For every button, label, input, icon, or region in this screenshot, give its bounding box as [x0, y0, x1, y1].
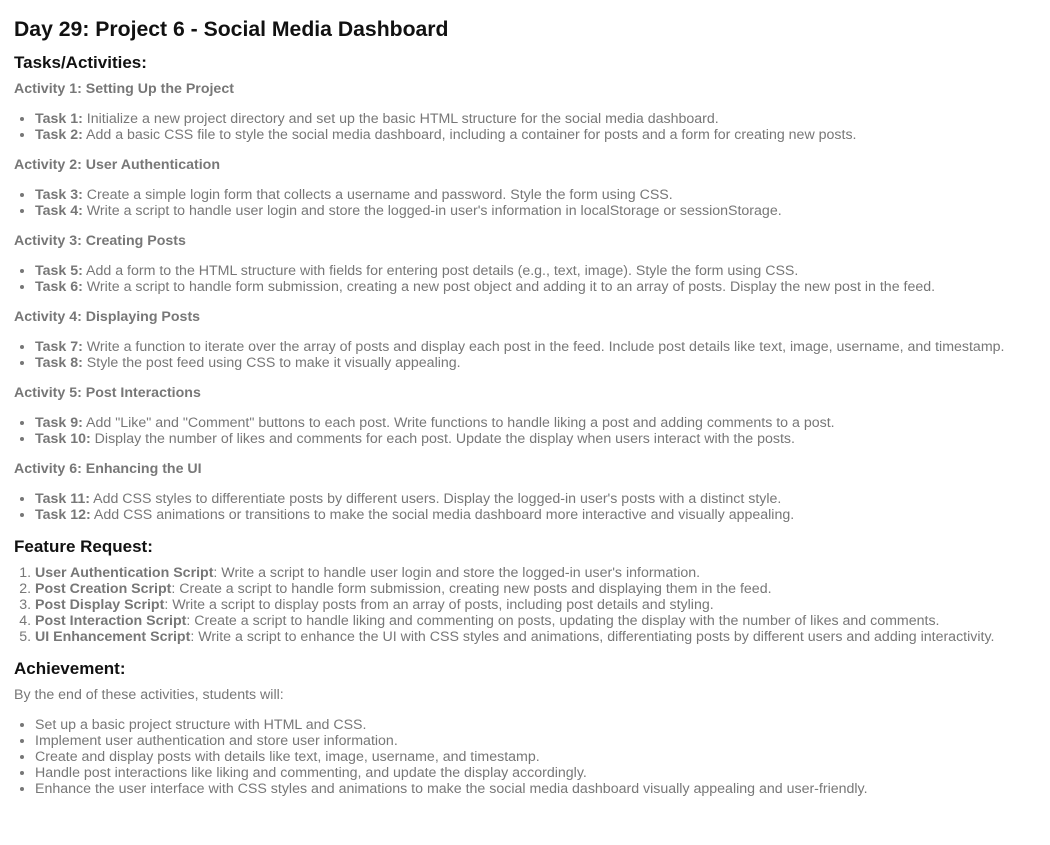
- task-label: Task 2:: [35, 127, 83, 143]
- task-text: Add CSS styles to differentiate posts by…: [89, 491, 782, 507]
- task-label: Task 8:: [35, 355, 83, 371]
- task-item: Task 8: Style the post feed using CSS to…: [35, 355, 1036, 371]
- feature-label: User Authentication Script: [35, 565, 214, 581]
- task-list: Task 11: Add CSS styles to differentiate…: [14, 491, 1036, 523]
- task-label: Task 12:: [35, 507, 91, 523]
- feature-item: UI Enhancement Script: Write a script to…: [35, 629, 1036, 645]
- activity: Activity 1: Setting Up the Project Task …: [14, 81, 1036, 143]
- task-item: Task 2: Add a basic CSS file to style th…: [35, 127, 1036, 143]
- tasks-heading: Tasks/Activities:: [14, 53, 147, 72]
- feature-request-heading: Feature Request:: [14, 537, 153, 556]
- task-item: Task 1: Initialize a new project directo…: [35, 111, 1036, 127]
- task-label: Task 4:: [35, 203, 83, 219]
- task-item: Task 12: Add CSS animations or transitio…: [35, 507, 1036, 523]
- achievement-item: Set up a basic project structure with HT…: [35, 717, 1036, 733]
- achievement-intro: By the end of these activities, students…: [14, 687, 284, 703]
- task-label: Task 6:: [35, 279, 83, 295]
- feature-item: Post Display Script: Write a script to d…: [35, 597, 1036, 613]
- task-label: Task 5:: [35, 263, 83, 279]
- task-label: Task 10:: [35, 431, 91, 447]
- achievement-item: Enhance the user interface with CSS styl…: [35, 781, 1036, 797]
- document-page: Day 29: Project 6 - Social Media Dashboa…: [0, 0, 1050, 797]
- task-text: Write a script to handle form submission…: [82, 279, 936, 295]
- activity-heading: Activity 1: Setting Up the Project: [14, 81, 234, 97]
- task-text: Create a simple login form that collects…: [82, 187, 673, 203]
- feature-label: Post Interaction Script: [35, 613, 187, 629]
- task-item: Task 10: Display the number of likes and…: [35, 431, 1036, 447]
- feature-label: UI Enhancement Script: [35, 629, 191, 645]
- feature-text: : Write a script to enhance the UI with …: [190, 629, 995, 645]
- task-label: Task 9:: [35, 415, 83, 431]
- feature-item: Post Creation Script: Create a script to…: [35, 581, 1036, 597]
- task-item: Task 4: Write a script to handle user lo…: [35, 203, 1036, 219]
- task-label: Task 3:: [35, 187, 83, 203]
- task-label: Task 11:: [35, 491, 90, 507]
- feature-label: Post Creation Script: [35, 581, 172, 597]
- activity: Activity 5: Post Interactions Task 9: Ad…: [14, 385, 1036, 447]
- activity: Activity 2: User Authentication Task 3: …: [14, 157, 1036, 219]
- feature-text: : Create a script to handle liking and c…: [186, 613, 940, 629]
- task-list: Task 1: Initialize a new project directo…: [14, 111, 1036, 143]
- activity-heading: Activity 5: Post Interactions: [14, 385, 201, 401]
- activity: Activity 4: Displaying Posts Task 7: Wri…: [14, 309, 1036, 371]
- task-text: Write a function to iterate over the arr…: [82, 339, 1005, 355]
- feature-list: User Authentication Script: Write a scri…: [14, 565, 1036, 645]
- task-list: Task 3: Create a simple login form that …: [14, 187, 1036, 219]
- task-item: Task 11: Add CSS styles to differentiate…: [35, 491, 1036, 507]
- achievement-item: Create and display posts with details li…: [35, 749, 1036, 765]
- achievement-item: Implement user authentication and store …: [35, 733, 1036, 749]
- task-list: Task 7: Write a function to iterate over…: [14, 339, 1036, 371]
- task-text: Style the post feed using CSS to make it…: [82, 355, 461, 371]
- task-text: Add a basic CSS file to style the social…: [82, 127, 857, 143]
- activity-heading: Activity 2: User Authentication: [14, 157, 221, 173]
- task-item: Task 9: Add "Like" and "Comment" buttons…: [35, 415, 1036, 431]
- activity: Activity 3: Creating Posts Task 5: Add a…: [14, 233, 1036, 295]
- feature-text: : Write a script to display posts from a…: [164, 597, 714, 613]
- feature-text: : Create a script to handle form submiss…: [171, 581, 772, 597]
- activity-heading: Activity 6: Enhancing the UI: [14, 461, 202, 477]
- page-title: Day 29: Project 6 - Social Media Dashboa…: [14, 18, 449, 41]
- task-text: Write a script to handle user login and …: [82, 203, 782, 219]
- task-item: Task 7: Write a function to iterate over…: [35, 339, 1036, 355]
- task-item: Task 6: Write a script to handle form su…: [35, 279, 1036, 295]
- activity-heading: Activity 4: Displaying Posts: [14, 309, 201, 325]
- task-label: Task 1:: [35, 111, 83, 127]
- feature-item: Post Interaction Script: Create a script…: [35, 613, 1036, 629]
- task-text: Display the number of likes and comments…: [90, 431, 795, 447]
- task-item: Task 3: Create a simple login form that …: [35, 187, 1036, 203]
- activity-heading: Activity 3: Creating Posts: [14, 233, 186, 249]
- task-list: Task 9: Add "Like" and "Comment" buttons…: [14, 415, 1036, 447]
- task-text: Add CSS animations or transitions to mak…: [90, 507, 795, 523]
- task-text: Add "Like" and "Comment" buttons to each…: [82, 415, 835, 431]
- achievement-heading: Achievement:: [14, 659, 126, 678]
- task-text: Add a form to the HTML structure with fi…: [82, 263, 799, 279]
- task-item: Task 5: Add a form to the HTML structure…: [35, 263, 1036, 279]
- task-text: Initialize a new project directory and s…: [82, 111, 719, 127]
- achievement-list: Set up a basic project structure with HT…: [14, 717, 1036, 797]
- task-list: Task 5: Add a form to the HTML structure…: [14, 263, 1036, 295]
- feature-text: : Write a script to handle user login an…: [213, 565, 701, 581]
- task-label: Task 7:: [35, 339, 83, 355]
- feature-label: Post Display Script: [35, 597, 165, 613]
- feature-item: User Authentication Script: Write a scri…: [35, 565, 1036, 581]
- achievement-item: Handle post interactions like liking and…: [35, 765, 1036, 781]
- activity: Activity 6: Enhancing the UI Task 11: Ad…: [14, 461, 1036, 523]
